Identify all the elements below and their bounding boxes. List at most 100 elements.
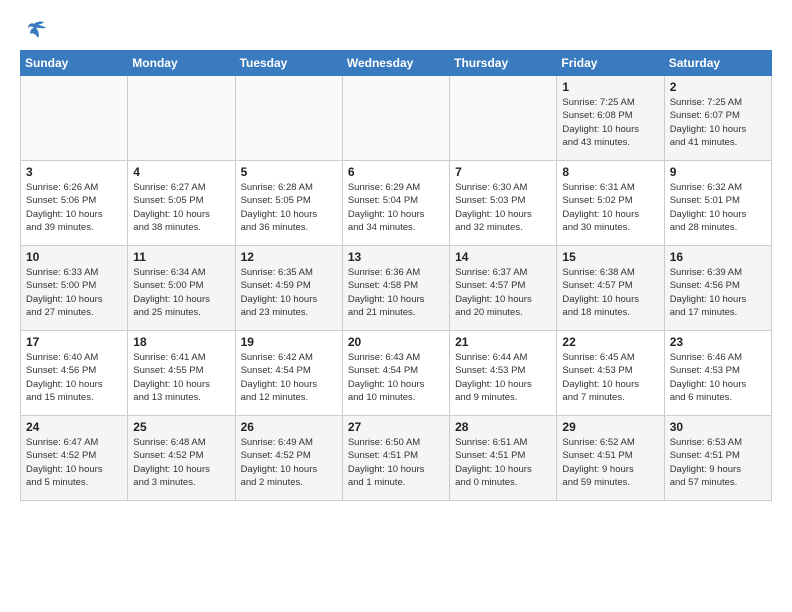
calendar-cell: 7Sunrise: 6:30 AM Sunset: 5:03 PM Daylig… — [450, 161, 557, 246]
day-info: Sunrise: 7:25 AM Sunset: 6:08 PM Dayligh… — [562, 96, 658, 149]
day-number: 10 — [26, 250, 122, 264]
calendar-cell: 21 Sunrise: 6:44 AM Sunset: 4:53 PM Dayli… — [450, 331, 557, 416]
day-number: 16 — [670, 250, 766, 264]
day-number: 3 — [26, 165, 122, 179]
day-info: Sunrise: 6:32 AM Sunset: 5:01 PM Dayligh… — [670, 181, 766, 234]
day-info: Sunrise: 6:50 AM Sunset: 4:51 PM Dayligh… — [348, 436, 444, 489]
day-number: 20 — [348, 335, 444, 349]
day-number: 17 — [26, 335, 122, 349]
logo-bird-icon — [20, 20, 48, 42]
day-info: Sunrise: 6:46 AM Sunset: 4:53 PM Dayligh… — [670, 351, 766, 404]
calendar-cell: 11 Sunrise: 6:34 AM Sunset: 5:00 PM Dayli… — [128, 246, 235, 331]
calendar-weekday-monday: Monday — [128, 51, 235, 76]
day-info: Sunrise: 6:29 AM Sunset: 5:04 PM Dayligh… — [348, 181, 444, 234]
day-number: 5 — [241, 165, 337, 179]
day-number: 15 — [562, 250, 658, 264]
header — [20, 20, 772, 42]
calendar-weekday-sunday: Sunday — [21, 51, 128, 76]
day-info: Sunrise: 6:42 AM Sunset: 4:54 PM Dayligh… — [241, 351, 337, 404]
calendar-cell: 14 Sunrise: 6:37 AM Sunset: 4:57 PM Dayli… — [450, 246, 557, 331]
day-number: 14 — [455, 250, 551, 264]
day-number: 7 — [455, 165, 551, 179]
calendar-cell — [21, 76, 128, 161]
calendar-weekday-tuesday: Tuesday — [235, 51, 342, 76]
day-number: 4 — [133, 165, 229, 179]
day-info: Sunrise: 6:26 AM Sunset: 5:06 PM Dayligh… — [26, 181, 122, 234]
day-number: 12 — [241, 250, 337, 264]
calendar-cell: 29Sunrise: 6:52 AM Sunset: 4:51 PM Dayli… — [557, 416, 664, 501]
calendar: SundayMondayTuesdayWednesdayThursdayFrid… — [20, 50, 772, 501]
calendar-cell: 26 Sunrise: 6:49 AM Sunset: 4:52 PM Dayli… — [235, 416, 342, 501]
day-info: Sunrise: 6:40 AM Sunset: 4:56 PM Dayligh… — [26, 351, 122, 404]
calendar-week-4: 17 Sunrise: 6:40 AM Sunset: 4:56 PM Dayli… — [21, 331, 772, 416]
calendar-weekday-saturday: Saturday — [664, 51, 771, 76]
calendar-week-2: 3 Sunrise: 6:26 AM Sunset: 5:06 PM Daylig… — [21, 161, 772, 246]
calendar-cell: 18Sunrise: 6:41 AM Sunset: 4:55 PM Dayli… — [128, 331, 235, 416]
calendar-cell: 12 Sunrise: 6:35 AM Sunset: 4:59 PM Dayli… — [235, 246, 342, 331]
calendar-cell — [128, 76, 235, 161]
day-number: 24 — [26, 420, 122, 434]
calendar-cell — [235, 76, 342, 161]
calendar-cell: 16 Sunrise: 6:39 AM Sunset: 4:56 PM Dayli… — [664, 246, 771, 331]
calendar-cell: 24 Sunrise: 6:47 AM Sunset: 4:52 PM Dayli… — [21, 416, 128, 501]
day-info: Sunrise: 6:35 AM Sunset: 4:59 PM Dayligh… — [241, 266, 337, 319]
day-info: Sunrise: 6:34 AM Sunset: 5:00 PM Dayligh… — [133, 266, 229, 319]
day-number: 11 — [133, 250, 229, 264]
day-number: 21 — [455, 335, 551, 349]
calendar-cell: 3 Sunrise: 6:26 AM Sunset: 5:06 PM Daylig… — [21, 161, 128, 246]
calendar-cell: 22 Sunrise: 6:45 AM Sunset: 4:53 PM Dayli… — [557, 331, 664, 416]
day-info: Sunrise: 6:33 AM Sunset: 5:00 PM Dayligh… — [26, 266, 122, 319]
calendar-cell: 23Sunrise: 6:46 AM Sunset: 4:53 PM Dayli… — [664, 331, 771, 416]
day-number: 18 — [133, 335, 229, 349]
day-info: Sunrise: 6:44 AM Sunset: 4:53 PM Dayligh… — [455, 351, 551, 404]
day-info: Sunrise: 7:25 AM Sunset: 6:07 PM Dayligh… — [670, 96, 766, 149]
day-info: Sunrise: 6:45 AM Sunset: 4:53 PM Dayligh… — [562, 351, 658, 404]
calendar-cell: 6 Sunrise: 6:29 AM Sunset: 5:04 PM Daylig… — [342, 161, 449, 246]
calendar-cell: 30Sunrise: 6:53 AM Sunset: 4:51 PM Dayli… — [664, 416, 771, 501]
calendar-cell: 28 Sunrise: 6:51 AM Sunset: 4:51 PM Dayli… — [450, 416, 557, 501]
day-info: Sunrise: 6:31 AM Sunset: 5:02 PM Dayligh… — [562, 181, 658, 234]
day-number: 28 — [455, 420, 551, 434]
day-number: 19 — [241, 335, 337, 349]
calendar-cell: 20 Sunrise: 6:43 AM Sunset: 4:54 PM Dayli… — [342, 331, 449, 416]
calendar-cell: 15 Sunrise: 6:38 AM Sunset: 4:57 PM Dayli… — [557, 246, 664, 331]
day-info: Sunrise: 6:36 AM Sunset: 4:58 PM Dayligh… — [348, 266, 444, 319]
day-info: Sunrise: 6:48 AM Sunset: 4:52 PM Dayligh… — [133, 436, 229, 489]
day-info: Sunrise: 6:43 AM Sunset: 4:54 PM Dayligh… — [348, 351, 444, 404]
calendar-cell: 17 Sunrise: 6:40 AM Sunset: 4:56 PM Dayli… — [21, 331, 128, 416]
day-info: Sunrise: 6:27 AM Sunset: 5:05 PM Dayligh… — [133, 181, 229, 234]
calendar-cell: 19 Sunrise: 6:42 AM Sunset: 4:54 PM Dayli… — [235, 331, 342, 416]
day-number: 27 — [348, 420, 444, 434]
calendar-weekday-friday: Friday — [557, 51, 664, 76]
logo — [20, 20, 52, 42]
day-number: 2 — [670, 80, 766, 94]
calendar-cell: 9 Sunrise: 6:32 AM Sunset: 5:01 PM Daylig… — [664, 161, 771, 246]
calendar-week-1: 1 Sunrise: 7:25 AM Sunset: 6:08 PM Daylig… — [21, 76, 772, 161]
calendar-weekday-thursday: Thursday — [450, 51, 557, 76]
calendar-header-row: SundayMondayTuesdayWednesdayThursdayFrid… — [21, 51, 772, 76]
calendar-week-3: 10 Sunrise: 6:33 AM Sunset: 5:00 PM Dayli… — [21, 246, 772, 331]
day-number: 25 — [133, 420, 229, 434]
calendar-cell: 8Sunrise: 6:31 AM Sunset: 5:02 PM Daylig… — [557, 161, 664, 246]
day-number: 6 — [348, 165, 444, 179]
calendar-weekday-wednesday: Wednesday — [342, 51, 449, 76]
calendar-cell: 4 Sunrise: 6:27 AM Sunset: 5:05 PM Daylig… — [128, 161, 235, 246]
calendar-cell: 2 Sunrise: 7:25 AM Sunset: 6:07 PM Daylig… — [664, 76, 771, 161]
calendar-cell: 10 Sunrise: 6:33 AM Sunset: 5:00 PM Dayli… — [21, 246, 128, 331]
calendar-cell — [450, 76, 557, 161]
day-info: Sunrise: 6:47 AM Sunset: 4:52 PM Dayligh… — [26, 436, 122, 489]
day-info: Sunrise: 6:37 AM Sunset: 4:57 PM Dayligh… — [455, 266, 551, 319]
day-number: 13 — [348, 250, 444, 264]
day-number: 9 — [670, 165, 766, 179]
day-info: Sunrise: 6:51 AM Sunset: 4:51 PM Dayligh… — [455, 436, 551, 489]
day-info: Sunrise: 6:38 AM Sunset: 4:57 PM Dayligh… — [562, 266, 658, 319]
calendar-cell — [342, 76, 449, 161]
day-number: 22 — [562, 335, 658, 349]
day-info: Sunrise: 6:49 AM Sunset: 4:52 PM Dayligh… — [241, 436, 337, 489]
calendar-cell: 25 Sunrise: 6:48 AM Sunset: 4:52 PM Dayli… — [128, 416, 235, 501]
calendar-cell: 27 Sunrise: 6:50 AM Sunset: 4:51 PM Dayli… — [342, 416, 449, 501]
day-number: 1 — [562, 80, 658, 94]
day-info: Sunrise: 6:39 AM Sunset: 4:56 PM Dayligh… — [670, 266, 766, 319]
calendar-week-5: 24 Sunrise: 6:47 AM Sunset: 4:52 PM Dayli… — [21, 416, 772, 501]
day-number: 26 — [241, 420, 337, 434]
